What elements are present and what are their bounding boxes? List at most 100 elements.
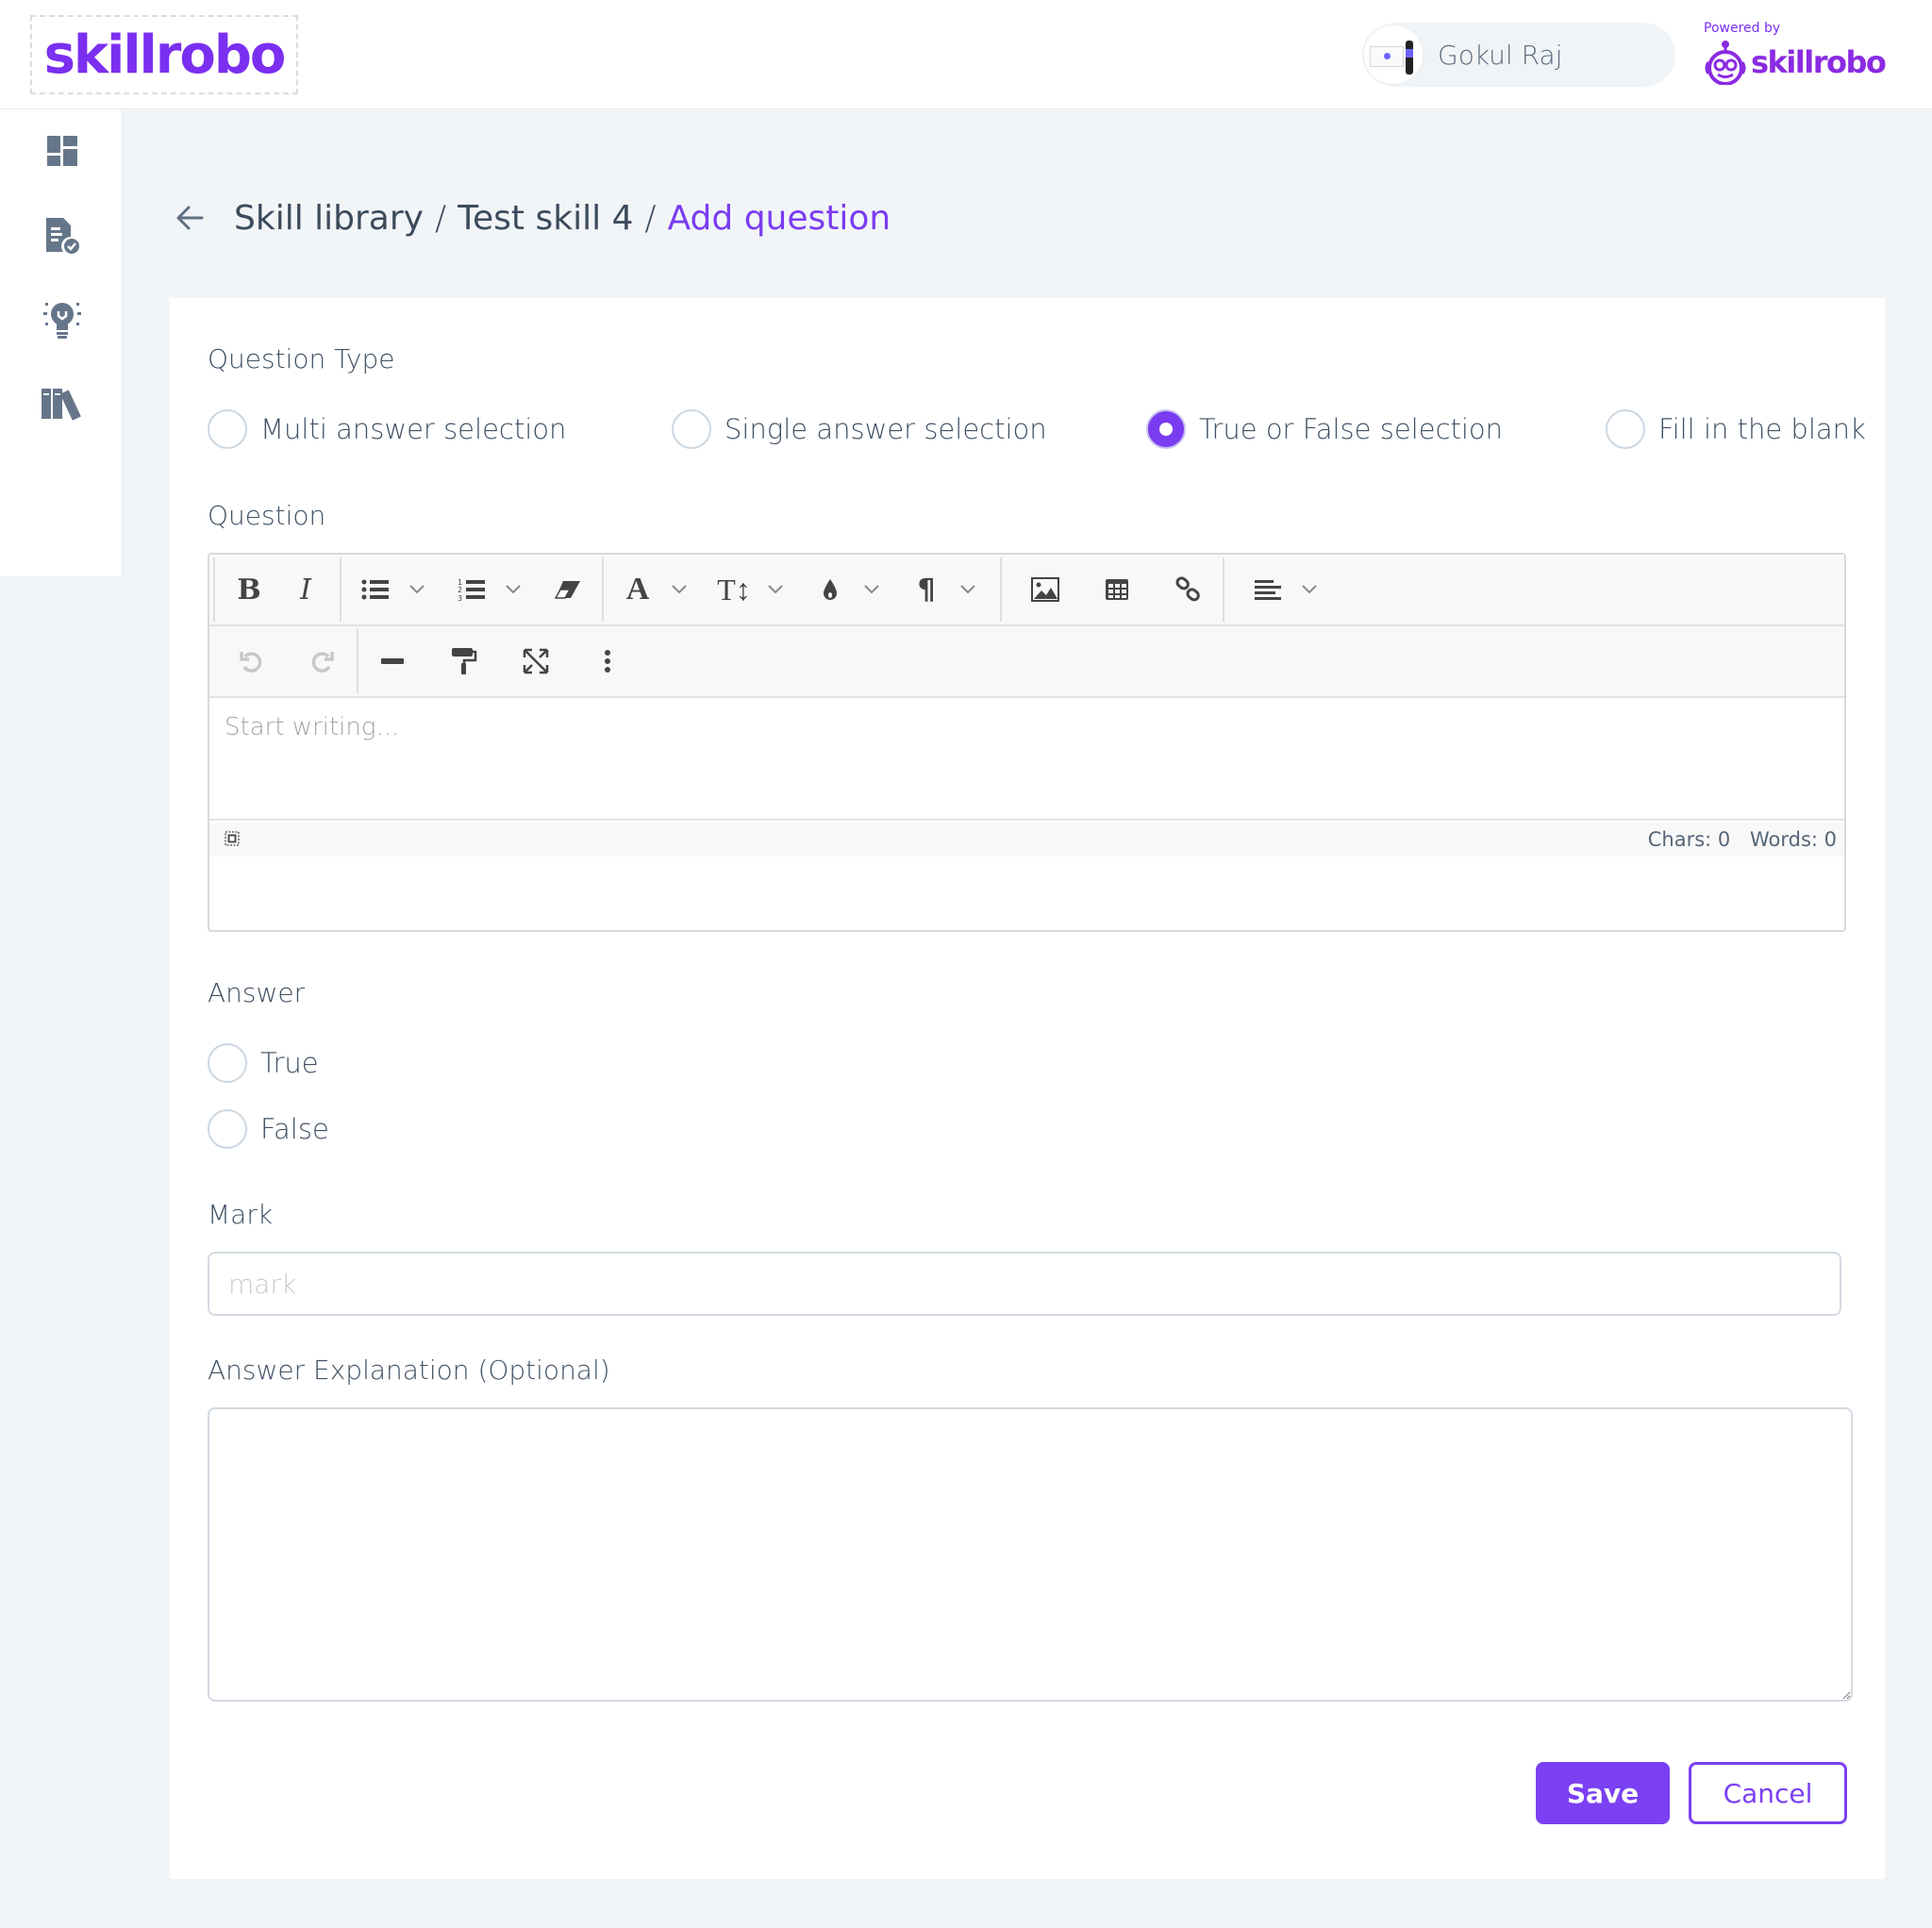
insert-link-button[interactable] (1160, 561, 1217, 618)
chevron-down-icon (672, 585, 687, 594)
undo-button[interactable] (223, 633, 279, 690)
powered-by-logo: Powered by skillrobo (1704, 21, 1887, 86)
sidebar (0, 109, 123, 576)
more-button[interactable] (579, 633, 636, 690)
sidebar-item-assessments[interactable] (38, 213, 87, 262)
dashboard-icon (46, 135, 78, 172)
resize-handle-icon[interactable] (225, 828, 240, 851)
question-type-fill-blank[interactable]: Fill in the blank (1606, 409, 1866, 449)
radio-true-false[interactable] (1146, 409, 1186, 449)
logo[interactable]: skillrobo (30, 15, 298, 94)
radio-answer-true[interactable] (208, 1043, 247, 1083)
user-name: Gokul Raj (1438, 39, 1563, 71)
toolbar-group-align (1223, 557, 1341, 622)
user-menu[interactable]: Gokul Raj (1362, 23, 1675, 87)
numbered-list-dropdown[interactable] (492, 561, 534, 618)
toolbar-group-insert (1000, 557, 1223, 622)
sidebar-item-skills[interactable] (38, 296, 87, 345)
answer-true[interactable]: True (208, 1043, 319, 1083)
font-size-icon: T↕ (717, 572, 751, 607)
question-editor-input[interactable]: Start writing... (209, 698, 1844, 821)
breadcrumb-current: Add question (667, 198, 891, 238)
chevron-down-icon (768, 585, 783, 594)
redo-icon (311, 652, 334, 673)
avatar (1362, 24, 1424, 86)
font-family-button[interactable]: A (609, 561, 666, 618)
font-size-button[interactable]: T↕ (706, 561, 762, 618)
horizontal-rule-icon (381, 658, 404, 664)
robot-icon (1704, 40, 1747, 86)
radio-multi-answer[interactable] (208, 409, 247, 449)
chevron-down-icon (506, 585, 521, 594)
powered-by-label: Powered by (1704, 21, 1781, 36)
powered-brand: skillrobo (1704, 40, 1887, 86)
breadcrumb-separator: / (434, 198, 447, 238)
svg-text:3: 3 (458, 594, 462, 602)
lightbulb-icon (42, 298, 83, 344)
italic-icon: I (300, 573, 311, 607)
svg-text:2: 2 (458, 586, 462, 594)
radio-single-answer[interactable] (672, 409, 711, 449)
radio-label: Multi answer selection (260, 413, 567, 445)
question-type-label: Question Type (208, 343, 395, 374)
breadcrumb-skill-library[interactable]: Skill library (234, 199, 424, 238)
text-color-dropdown[interactable] (851, 561, 892, 618)
sidebar-item-dashboard[interactable] (38, 128, 87, 177)
paragraph-dropdown[interactable] (947, 561, 989, 618)
radio-label: Fill in the blank (1658, 413, 1866, 445)
mark-input[interactable] (208, 1252, 1841, 1316)
image-icon (1031, 577, 1059, 602)
editor-status-bar: Chars: 0 Words: 0 (209, 823, 1844, 856)
horizontal-rule-button[interactable] (364, 633, 421, 690)
cancel-button[interactable]: Cancel (1689, 1762, 1847, 1824)
sidebar-item-library[interactable] (38, 381, 87, 430)
numbered-list-button[interactable]: 123 (443, 561, 500, 618)
explanation-label: Answer Explanation (Optional) (208, 1355, 610, 1386)
table-icon (1106, 579, 1128, 600)
word-count: Words: 0 (1749, 828, 1837, 851)
radio-fill-blank[interactable] (1606, 409, 1645, 449)
chevron-down-icon (1302, 585, 1317, 594)
radio-label: True or False selection (1199, 413, 1504, 445)
logo-text: skillrobo (43, 24, 287, 86)
format-painter-button[interactable] (436, 633, 492, 690)
align-left-icon (1255, 580, 1281, 600)
align-button[interactable] (1240, 561, 1296, 618)
question-type-true-false[interactable]: True or False selection (1146, 409, 1503, 449)
font-size-dropdown[interactable] (755, 561, 796, 618)
top-header: skillrobo Gokul Raj Powered by skillrobo (0, 0, 1932, 109)
more-vertical-icon (605, 650, 610, 673)
insert-image-button[interactable] (1017, 561, 1074, 618)
radio-answer-false[interactable] (208, 1109, 247, 1149)
breadcrumb-test-skill[interactable]: Test skill 4 (458, 199, 633, 238)
answer-false[interactable]: False (208, 1109, 329, 1149)
radio-label: False (260, 1113, 329, 1145)
save-button[interactable]: Save (1536, 1762, 1670, 1824)
books-icon (41, 387, 84, 425)
question-editor: B I 123 A T↕ ¶ Start writing... Chars: 0… (208, 553, 1846, 932)
eraser-button[interactable] (540, 561, 596, 618)
insert-table-button[interactable] (1089, 561, 1145, 618)
align-dropdown[interactable] (1289, 561, 1330, 618)
explanation-textarea[interactable] (208, 1407, 1853, 1702)
font-family-icon: A (625, 572, 650, 607)
bulleted-list-button[interactable] (347, 561, 404, 618)
toolbar-group-text-style: B I (213, 557, 340, 622)
envelope-illustration (1370, 46, 1404, 67)
question-label: Question (208, 500, 326, 531)
person-illustration (1406, 41, 1413, 75)
question-type-single-answer[interactable]: Single answer selection (672, 409, 1047, 449)
editor-counts: Chars: 0 Words: 0 (1635, 828, 1837, 851)
back-arrow-icon[interactable] (174, 199, 211, 237)
paragraph-button[interactable]: ¶ (898, 561, 955, 618)
italic-button[interactable]: I (277, 561, 334, 618)
font-family-dropdown[interactable] (658, 561, 700, 618)
question-type-multi-answer[interactable]: Multi answer selection (208, 409, 566, 449)
mark-label: Mark (208, 1199, 274, 1230)
fullsize-button[interactable] (508, 633, 564, 690)
char-count: Chars: 0 (1647, 828, 1731, 851)
bold-button[interactable]: B (221, 561, 277, 618)
text-color-button[interactable] (802, 561, 858, 618)
bulleted-list-dropdown[interactable] (396, 561, 438, 618)
redo-button[interactable] (294, 633, 351, 690)
